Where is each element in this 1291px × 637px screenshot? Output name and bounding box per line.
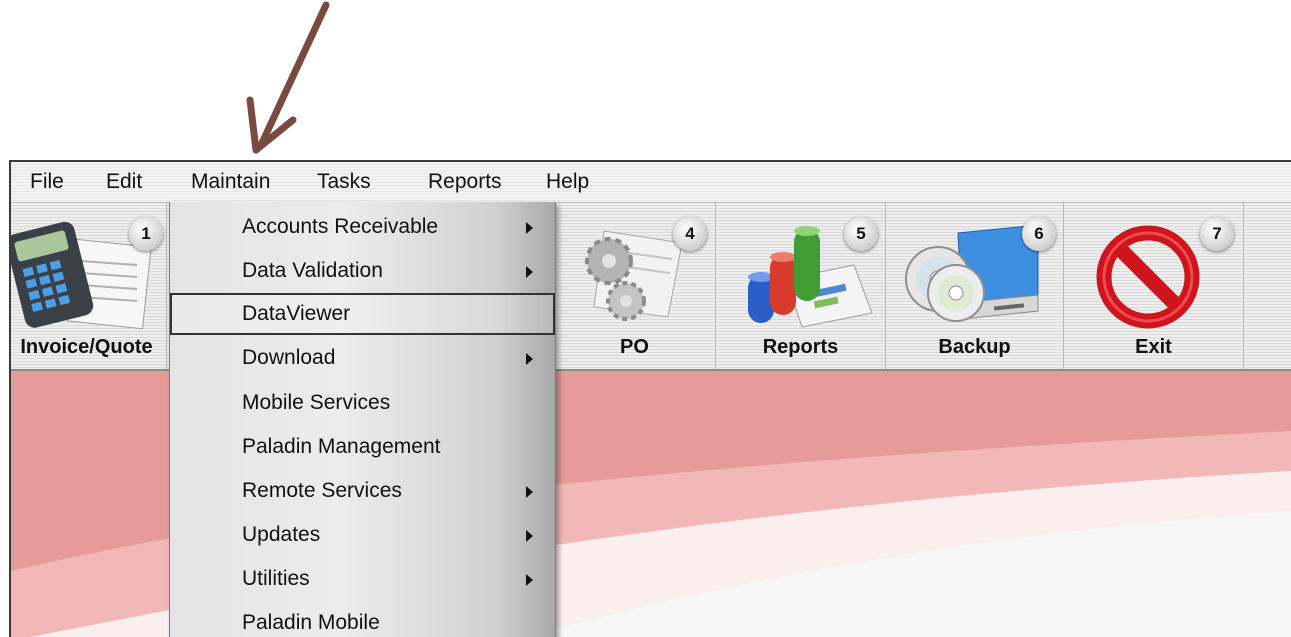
menu-maintain[interactable]: Maintain: [191, 162, 270, 202]
menu-item-label: DataViewer: [242, 302, 351, 325]
menu-item-download[interactable]: Download: [170, 337, 555, 379]
menu-item-updates[interactable]: Updates: [170, 514, 555, 556]
exit-prohibited-icon: [1096, 225, 1200, 329]
annotation-arrow: [246, 1, 330, 154]
menu-item-mobile-services[interactable]: Mobile Services: [170, 382, 555, 424]
menu-tasks[interactable]: Tasks: [317, 162, 371, 202]
maintain-dropdown-menu: Accounts Receivable Data Validation Data…: [169, 202, 556, 637]
application-window: File Edit Maintain Tasks Reports Help 1 …: [9, 160, 1291, 637]
toolbar-label: Invoice/Quote: [20, 336, 153, 358]
menu-item-label: Updates: [242, 523, 321, 546]
menu-item-paladin-management[interactable]: Paladin Management: [170, 426, 555, 468]
toolbar-label: Reports: [762, 336, 839, 358]
menu-bar: File Edit Maintain Tasks Reports Help: [11, 162, 1291, 203]
submenu-arrow-icon: [526, 353, 533, 365]
menu-item-data-validation[interactable]: Data Validation: [170, 250, 555, 292]
menu-item-dataviewer[interactable]: DataViewer: [170, 293, 555, 335]
toolbar-label: PO: [620, 336, 649, 358]
toolbar-button-exit[interactable]: 7 Exit: [1064, 203, 1244, 369]
menu-item-label: Paladin Mobile: [242, 611, 380, 634]
toolbar-button-reports[interactable]: 5 Reports: [716, 203, 886, 369]
menu-item-label: Mobile Services: [242, 391, 391, 414]
toolbar-badge: 4: [673, 217, 707, 251]
menu-item-label: Paladin Management: [242, 435, 441, 458]
menu-file[interactable]: File: [30, 162, 64, 202]
menu-item-label: Download: [242, 346, 336, 369]
submenu-arrow-icon: [526, 266, 533, 278]
submenu-arrow-icon: [526, 222, 533, 234]
submenu-arrow-icon: [526, 574, 533, 586]
toolbar-badge: 6: [1022, 217, 1056, 251]
toolbar-label: Backup: [938, 336, 1011, 358]
toolbar-filler: [1244, 203, 1291, 369]
toolbar-label: Exit: [1135, 336, 1172, 358]
menu-help[interactable]: Help: [546, 162, 589, 202]
menu-edit[interactable]: Edit: [106, 162, 142, 202]
menu-item-label: Remote Services: [242, 479, 402, 502]
toolbar-badge: 1: [129, 217, 163, 251]
menu-reports[interactable]: Reports: [428, 162, 502, 202]
menu-item-label: Utilities: [242, 567, 310, 590]
toolbar-button-invoice-quote[interactable]: 1 Invoice/Quote: [11, 203, 167, 369]
menu-item-remote-services[interactable]: Remote Services: [170, 470, 555, 512]
toolbar-badge: 5: [844, 217, 878, 251]
menu-item-label: Accounts Receivable: [242, 215, 439, 238]
menu-item-accounts-receivable[interactable]: Accounts Receivable: [170, 206, 555, 248]
menu-item-utilities[interactable]: Utilities: [170, 558, 555, 600]
toolbar-button-po[interactable]: 4 PO: [554, 203, 716, 369]
submenu-arrow-icon: [526, 486, 533, 498]
menu-item-label: Data Validation: [242, 259, 383, 282]
submenu-arrow-icon: [526, 530, 533, 542]
toolbar-button-backup[interactable]: 6 Backup: [886, 203, 1064, 369]
toolbar-badge: 7: [1200, 217, 1234, 251]
menu-item-paladin-mobile[interactable]: Paladin Mobile: [170, 602, 555, 637]
